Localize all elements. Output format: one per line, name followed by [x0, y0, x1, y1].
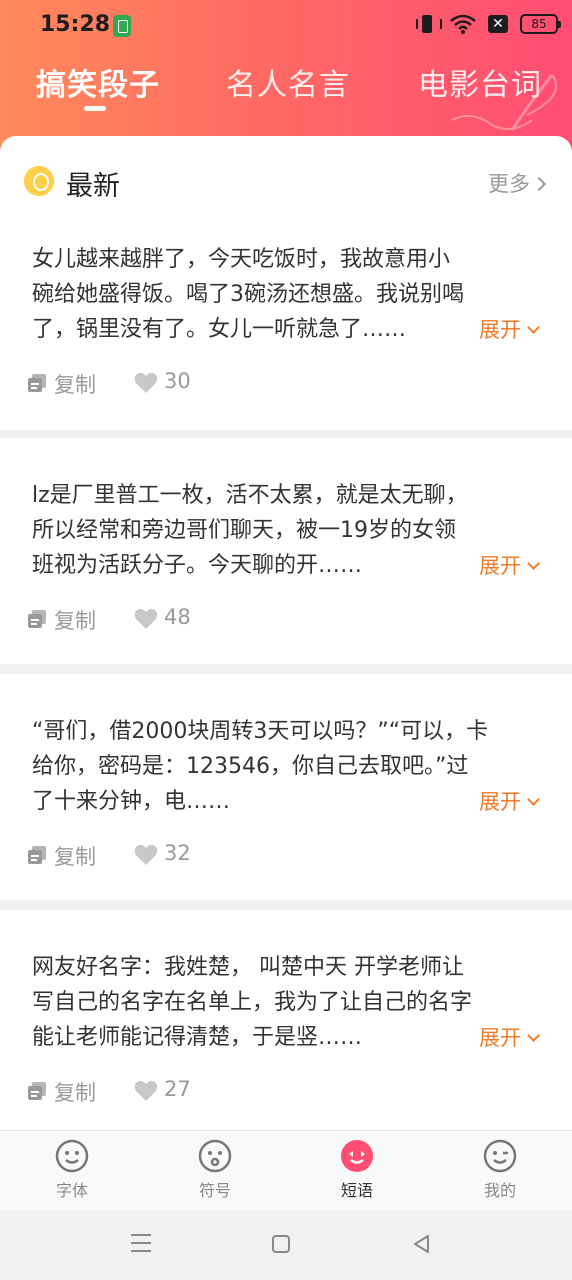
copy-icon[interactable]	[28, 610, 46, 628]
joke-text[interactable]: 女儿越来越胖了，今天吃饭时，我故意用小 碗给她盛得饭。喝了3碗汤还想盛。我说别喝…	[32, 242, 542, 347]
tab-funny-jokes[interactable]: 搞笑段子	[36, 60, 160, 104]
status-bar: 15:28 ✕ 85	[0, 0, 572, 52]
joke-card: lz是厂里普工一枚，活不太累，就是太无聊， 所以经常和旁边哥们聊天，被一19岁的…	[0, 438, 572, 664]
menu-icon[interactable]	[131, 1234, 151, 1252]
vibrate-icon	[416, 13, 442, 35]
feather-decoration-icon	[451, 74, 558, 131]
expand-button[interactable]: 展开	[473, 1022, 540, 1052]
copy-button[interactable]: 复制	[54, 369, 96, 399]
nav-item-fonts[interactable]: 字体	[32, 1139, 112, 1201]
app-header: 15:28 ✕ 85 搞笑段子 名人名言 电影台词	[0, 0, 572, 150]
face-icon	[483, 1139, 517, 1173]
chevron-down-icon	[527, 557, 540, 570]
status-time: 15:28	[40, 12, 111, 37]
nav-item-mine[interactable]: 我的	[460, 1139, 540, 1201]
chevron-down-icon	[527, 1029, 540, 1042]
expand-button[interactable]: 展开	[473, 314, 540, 344]
chevron-right-icon	[531, 176, 547, 192]
copy-button[interactable]: 复制	[54, 1077, 96, 1107]
chevron-down-icon	[527, 793, 540, 806]
heart-icon[interactable]	[134, 844, 158, 866]
section-header: 最新 更多	[24, 164, 548, 202]
like-count: 48	[164, 605, 191, 629]
expand-button[interactable]: 展开	[473, 786, 540, 816]
joke-card: 最新 更多 女儿越来越胖了，今天吃饭时，我故意用小 碗给她盛得饭。喝了3碗汤还想…	[0, 136, 572, 430]
copy-button[interactable]: 复制	[54, 605, 96, 635]
joke-text[interactable]: lz是厂里普工一枚，活不太累，就是太无聊， 所以经常和旁边哥们聊天，被一19岁的…	[32, 478, 542, 583]
expand-button[interactable]: 展开	[473, 550, 540, 580]
sim-off-icon: ✕	[488, 15, 508, 33]
copy-button[interactable]: 复制	[54, 841, 96, 871]
home-icon[interactable]	[272, 1235, 290, 1253]
like-count: 32	[164, 841, 191, 865]
system-navigation-bar	[0, 1210, 572, 1280]
more-link[interactable]: 更多	[488, 168, 547, 198]
joke-actions: 复制 32	[28, 840, 328, 870]
joke-card: “哥们，借2000块周转3天可以吗？”“可以，卡 给你，密码是：123546，你…	[0, 674, 572, 900]
face-icon	[198, 1139, 232, 1173]
notification-battery-icon	[113, 15, 131, 37]
status-icons: ✕ 85	[416, 13, 561, 35]
wifi-icon	[450, 14, 476, 34]
face-icon	[55, 1139, 89, 1173]
copy-icon[interactable]	[28, 846, 46, 864]
like-count: 27	[164, 1077, 191, 1101]
heart-icon[interactable]	[134, 1080, 158, 1102]
active-tab-indicator	[84, 106, 106, 111]
joke-text[interactable]: 网友好名字：我姓楚， 叫楚中天 开学老师让 写自己的名字在名单上，我为了让自己的…	[32, 950, 542, 1055]
bottom-nav: 字体 符号 短语 我的	[0, 1130, 572, 1210]
section-title: 最新	[66, 171, 120, 202]
nav-item-symbols[interactable]: 符号	[175, 1139, 255, 1201]
joke-actions: 复制 30	[28, 368, 328, 398]
back-icon[interactable]	[412, 1234, 432, 1254]
latest-icon	[24, 166, 54, 196]
joke-actions: 复制 48	[28, 604, 328, 634]
joke-text[interactable]: “哥们，借2000块周转3天可以吗？”“可以，卡 给你，密码是：123546，你…	[32, 714, 542, 819]
tab-famous-quotes[interactable]: 名人名言	[226, 60, 350, 104]
joke-card: 网友好名字：我姓楚， 叫楚中天 开学老师让 写自己的名字在名单上，我为了让自己的…	[0, 910, 572, 1130]
nav-item-phrases[interactable]: 短语	[317, 1139, 397, 1201]
heart-icon[interactable]	[134, 608, 158, 630]
battery-icon: 85	[520, 14, 561, 34]
copy-icon[interactable]	[28, 1082, 46, 1100]
like-count: 30	[164, 369, 191, 393]
heart-icon[interactable]	[134, 372, 158, 394]
chevron-down-icon	[527, 321, 540, 334]
copy-icon[interactable]	[28, 374, 46, 392]
face-icon	[341, 1140, 373, 1172]
joke-actions: 复制 27	[28, 1076, 328, 1106]
